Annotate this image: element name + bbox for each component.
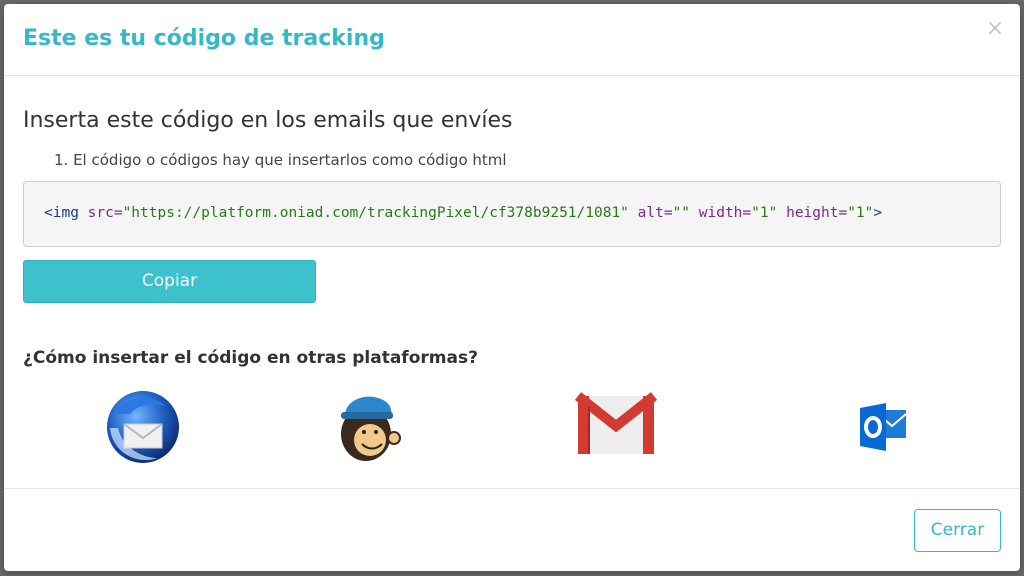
gmail-icon[interactable] xyxy=(574,384,660,470)
thunderbird-icon[interactable] xyxy=(100,384,186,470)
tracking-code-modal: Este es tu código de tracking × Inserta … xyxy=(4,4,1020,571)
code-value-src: "https://platform.oniad.com/trackingPixe… xyxy=(122,205,629,221)
close-button[interactable]: Cerrar xyxy=(914,509,1001,552)
code-snippet-box[interactable]: <img src="https://platform.oniad.com/tra… xyxy=(23,181,1001,247)
modal-title: Este es tu código de tracking xyxy=(23,26,385,51)
code-attr-height: height= xyxy=(786,205,848,221)
copy-button[interactable]: Copiar xyxy=(23,260,316,303)
code-attr-width: width= xyxy=(698,205,752,221)
close-icon[interactable]: × xyxy=(984,18,1006,40)
code-value-width: "1" xyxy=(751,205,778,221)
modal-footer: Cerrar xyxy=(4,488,1020,571)
code-tag-close: > xyxy=(873,205,883,221)
platforms-heading: ¿Cómo insertar el código en otras plataf… xyxy=(23,348,478,368)
code-attr-alt: alt= xyxy=(637,205,673,221)
outlook-icon[interactable] xyxy=(840,384,926,470)
code-attr-src: src= xyxy=(87,205,123,221)
section-heading: Inserta este código en los emails que en… xyxy=(23,108,513,133)
code-tag-open: <img xyxy=(44,205,79,221)
instruction-step: 1. El código o códigos hay que insertarl… xyxy=(54,151,507,169)
modal-header: Este es tu código de tracking × xyxy=(4,4,1020,76)
code-line: <img src="https://platform.oniad.com/tra… xyxy=(44,205,882,221)
code-value-alt: "" xyxy=(672,205,691,221)
mailchimp-icon[interactable] xyxy=(326,384,412,470)
code-value-height: "1" xyxy=(847,205,874,221)
